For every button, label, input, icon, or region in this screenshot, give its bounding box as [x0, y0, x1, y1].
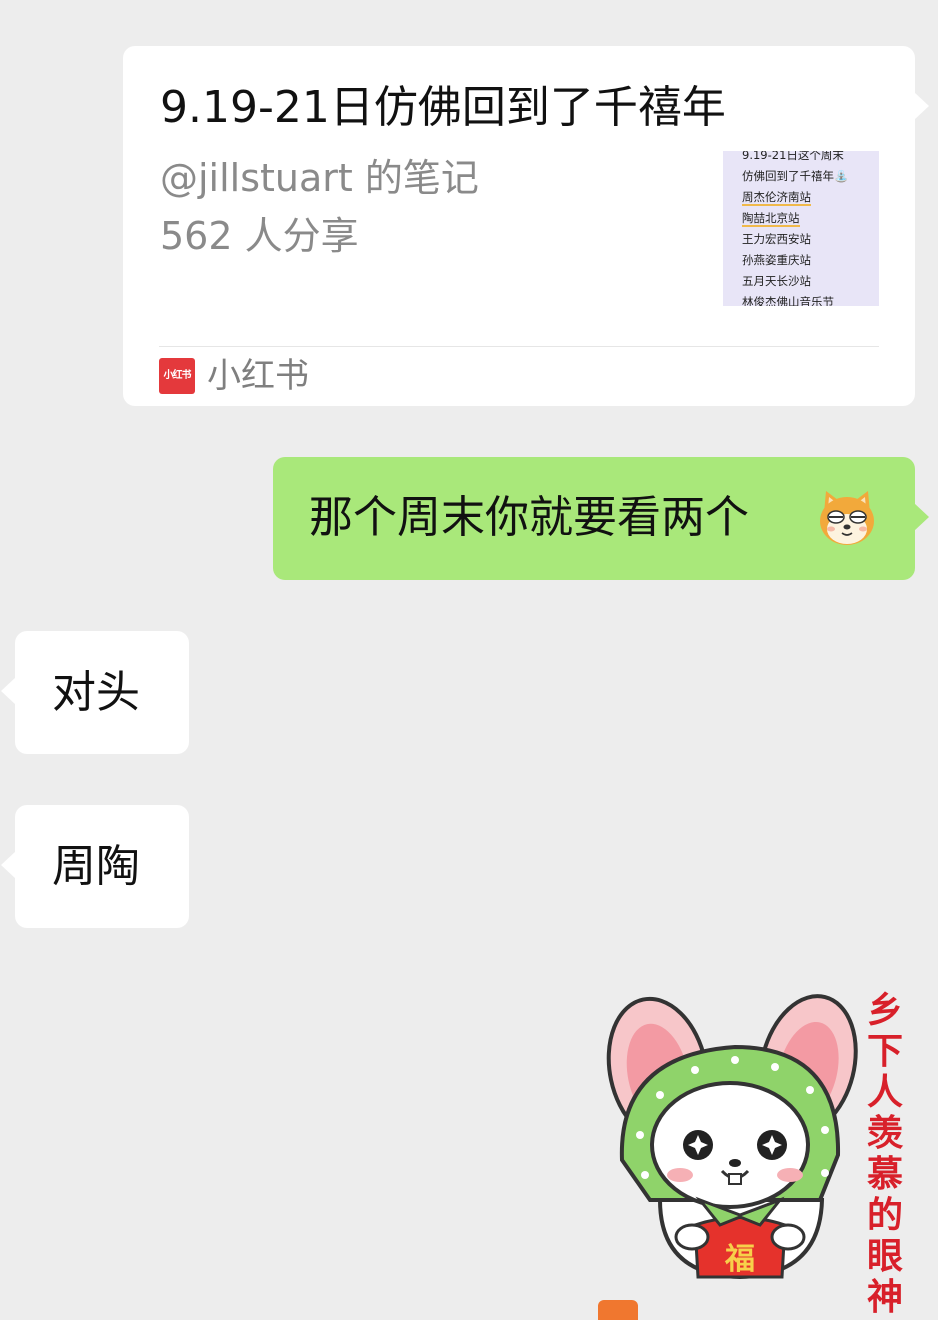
next-message-avatar — [598, 1300, 638, 1320]
card-title: 9.19-21日仿佛回到了千禧年 — [160, 82, 726, 133]
incoming-message-bubble[interactable]: 对头 — [1, 631, 189, 754]
thumb-line: 周杰伦济南站 — [742, 189, 811, 206]
thumb-line: 五月天长沙站 — [742, 274, 811, 288]
thumb-line: 王力宏西安站 — [742, 232, 811, 246]
card-share-count: 562 人分享 — [160, 214, 359, 258]
xiaohongshu-logo-icon: 小红书 — [159, 358, 195, 394]
bag-text: 福 — [724, 1242, 755, 1277]
incoming-message-bubble[interactable]: 周陶 — [1, 805, 189, 928]
shiba-dog-emoji-icon — [820, 491, 874, 545]
outgoing-message-bubble[interactable]: 那个周末你就要看两个 — [273, 457, 929, 580]
message-text: 那个周末你就要看两个 — [309, 492, 749, 543]
thumb-line: 林俊杰佛山音乐节 — [742, 295, 834, 306]
card-source-name: 小红书 — [207, 356, 309, 396]
card-thumbnail: 9.19-21日这个周末 仿佛回到了千禧年⛲ 周杰伦济南站 陶喆北京站 王力宏西… — [723, 151, 879, 306]
thumb-highlight: 陶喆北京站 — [742, 211, 800, 227]
message-text: 对头 — [52, 667, 140, 718]
card-author: @jillstuart 的笔记 — [160, 156, 479, 200]
sticker-caption: 乡下人羡慕的眼神 — [866, 990, 903, 1318]
thumb-line: 陶喆北京站 — [742, 210, 800, 227]
card-divider — [159, 346, 879, 347]
thumb-highlight: 周杰伦济南站 — [742, 190, 811, 206]
message-text: 周陶 — [52, 841, 140, 892]
thumb-line: 9.19-21日这个周末 — [742, 151, 844, 162]
shared-note-card[interactable]: 9.19-21日仿佛回到了千禧年 @jillstuart 的笔记 562 人分享… — [123, 46, 929, 406]
thumb-line: 仿佛回到了千禧年⛲ — [742, 169, 849, 183]
thumb-line: 孙燕姿重庆站 — [742, 253, 811, 267]
